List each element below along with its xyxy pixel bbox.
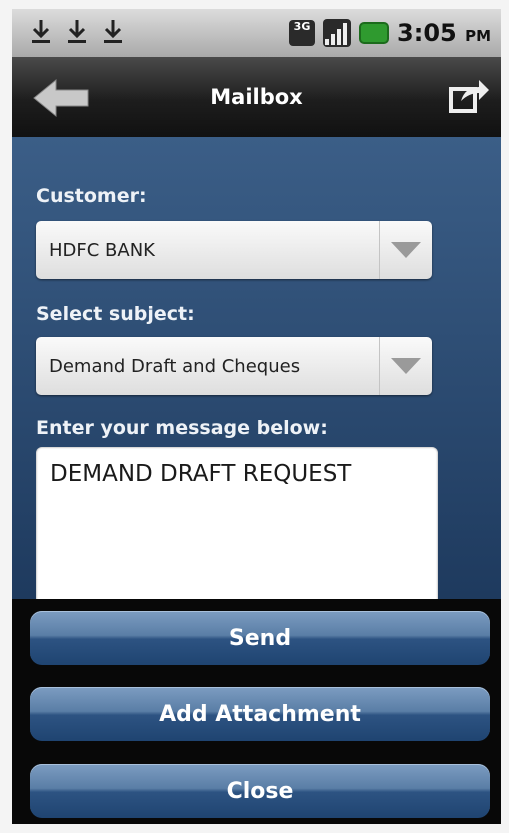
download-icon: [30, 18, 52, 48]
customer-select[interactable]: HDFC BANK: [36, 221, 432, 279]
message-text: DEMAND DRAFT REQUEST: [50, 461, 352, 487]
battery-icon: [359, 22, 390, 44]
screen: 3G 3:05 PM Mailbox Customer: HDFC BANK S…: [12, 9, 501, 824]
notification-icons: [30, 18, 124, 48]
action-buttons: Send Add Attachment Close: [12, 599, 501, 824]
status-bar: 3G 3:05 PM: [12, 9, 501, 57]
download-icon: [102, 18, 124, 48]
subject-select[interactable]: Demand Draft and Cheques: [36, 337, 432, 395]
subject-value: Demand Draft and Cheques: [49, 355, 301, 377]
customer-value: HDFC BANK: [49, 239, 155, 261]
close-button[interactable]: Close: [30, 764, 490, 818]
subject-label: Select subject:: [36, 303, 195, 325]
phone-frame: 3G 3:05 PM Mailbox Customer: HDFC BANK S…: [0, 0, 509, 833]
download-icon: [66, 18, 88, 48]
message-label: Enter your message below:: [36, 417, 328, 439]
customer-label: Customer:: [36, 185, 147, 207]
clock-ampm: PM: [465, 27, 491, 45]
chevron-down-icon: [379, 221, 432, 279]
network-3g-icon: 3G: [289, 20, 316, 46]
chevron-down-icon: [379, 337, 432, 395]
send-button[interactable]: Send: [30, 611, 490, 665]
network-label: 3G: [293, 20, 311, 33]
title-bar: Mailbox: [12, 57, 501, 137]
clock-time: 3:05: [397, 19, 457, 47]
clock: 3:05 PM: [397, 19, 491, 47]
status-right: 3G 3:05 PM: [289, 19, 491, 47]
message-input[interactable]: DEMAND DRAFT REQUEST: [36, 447, 438, 617]
page-title: Mailbox: [210, 85, 303, 109]
back-arrow-icon[interactable]: [32, 77, 92, 119]
add-attachment-button[interactable]: Add Attachment: [30, 687, 490, 741]
mailbox-form: Customer: HDFC BANK Select subject: Dema…: [12, 137, 501, 617]
signal-icon: [323, 19, 352, 47]
share-icon[interactable]: [445, 75, 491, 117]
